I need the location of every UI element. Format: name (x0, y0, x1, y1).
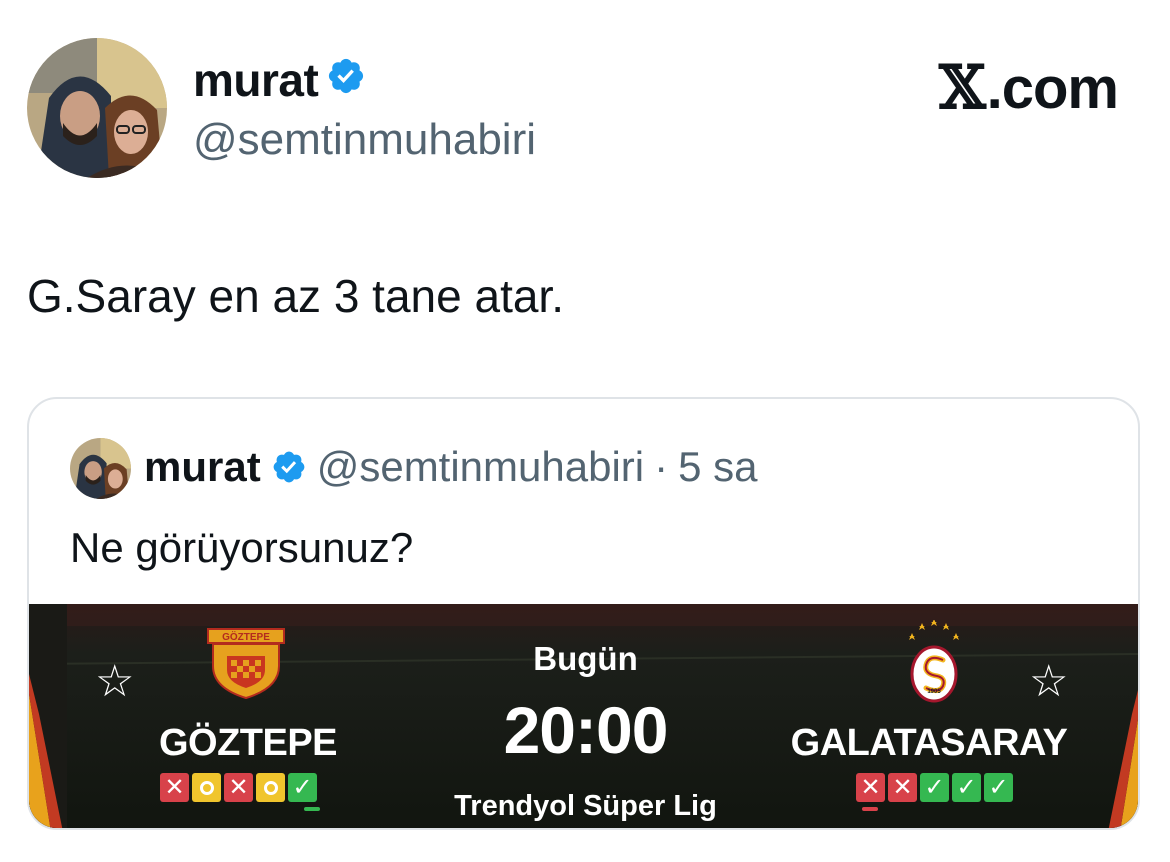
brand-domain: .com (986, 56, 1119, 121)
quoted-display-name[interactable]: murat (144, 439, 261, 495)
match-card-image[interactable]: GÖZTEPE 1905 ☆ ☆ GÖZTEPE GALATASARAY ✕ ✕… (29, 604, 1138, 828)
x-logo-icon: 𝕏 (939, 53, 986, 123)
match-day: Bugün (533, 640, 638, 677)
quoted-tweet-text: Ne görüyorsunuz? (70, 524, 414, 571)
author-display-name[interactable]: murat (193, 52, 319, 108)
tweet-text: G.Saray en az 3 tane atar. (27, 270, 564, 322)
league-name: Trendyol Süper Lig (454, 790, 717, 822)
quoted-timestamp[interactable]: 5 sa (678, 439, 757, 495)
verified-badge-icon (326, 52, 366, 108)
quoted-author-avatar[interactable] (70, 438, 131, 499)
kickoff-time: 20:00 (503, 693, 669, 767)
separator-dot: · (654, 443, 669, 490)
quoted-tweet-card[interactable]: murat @semtinmuhabiri · 5 sa Ne görüyors… (27, 397, 1140, 830)
x-brand-logo: 𝕏 .com (939, 53, 1119, 123)
author-name-row[interactable]: murat (193, 52, 366, 108)
author-handle[interactable]: @semtinmuhabiri (193, 113, 536, 167)
author-avatar[interactable] (27, 38, 167, 178)
verified-badge-icon (271, 449, 307, 485)
quoted-header: murat @semtinmuhabiri · 5 sa (144, 439, 758, 495)
quoted-handle[interactable]: @semtinmuhabiri (317, 439, 644, 495)
